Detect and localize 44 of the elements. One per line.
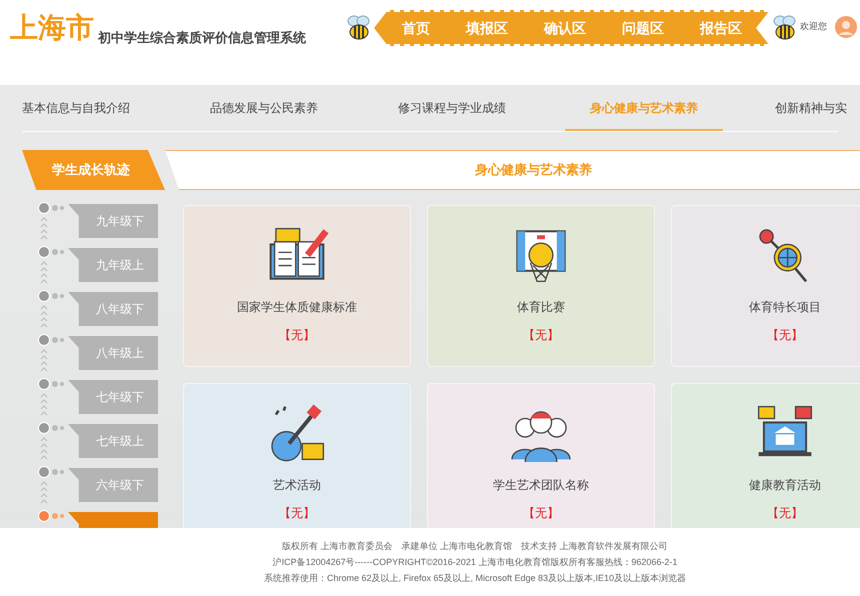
grade-tab[interactable]: 八年级下 xyxy=(68,292,158,326)
nav-link[interactable]: 问题区 xyxy=(622,18,664,38)
nav-link[interactable]: 首页 xyxy=(402,18,430,38)
category-card[interactable]: 体育特长项目 【无】 xyxy=(671,205,860,367)
category-card[interactable]: 体育比赛 【无】 xyxy=(427,205,655,367)
grade-tab[interactable]: 六年级下 xyxy=(68,468,158,502)
system-title: 初中学生综合素质评价信息管理系统 xyxy=(98,29,306,47)
section-tab[interactable]: 品德发展与公民素养 xyxy=(210,87,398,131)
card-title: 艺术活动 xyxy=(273,477,321,494)
nav-link[interactable]: 确认区 xyxy=(544,18,586,38)
card-status: 【无】 xyxy=(279,505,315,522)
footer-text: 沪ICP备12004267号------COPYRIGHT©2016-2021 上海市电化教育馆版权所有客服热线：962066-2-1 xyxy=(272,556,678,569)
section-title: 身心健康与艺术素养 xyxy=(475,161,592,180)
card-title: 国家学生体质健康标准 xyxy=(237,299,357,316)
grade-tab[interactable]: 八年级上 xyxy=(68,336,158,370)
card-title: 健康教育活动 xyxy=(749,477,821,494)
card-title: 学生艺术团队名称 xyxy=(493,477,589,494)
nav-link[interactable]: 报告区 xyxy=(700,18,742,38)
card-title: 体育比赛 xyxy=(517,299,565,316)
card-status: 【无】 xyxy=(767,327,803,344)
section-tab[interactable]: 创新精神与实 xyxy=(775,87,860,131)
grade-tab[interactable]: 九年级下 xyxy=(68,204,158,238)
sidebar-title: 学生成长轨迹 xyxy=(22,150,165,190)
welcome-text: 欢迎您 xyxy=(800,20,827,34)
card-status: 【无】 xyxy=(523,327,559,344)
section-tab[interactable]: 基本信息与自我介绍 xyxy=(22,87,210,131)
card-status: 【无】 xyxy=(523,505,559,522)
card-status: 【无】 xyxy=(279,327,315,344)
footer-text: 版权所有 上海市教育委员会 承建单位 上海市电化教育馆 技术支持 上海教育软件发展有限公司 xyxy=(282,540,668,553)
section-tab[interactable]: 身心健康与艺术素养 xyxy=(565,87,723,131)
category-card[interactable]: 国家学生体质健康标准 【无】 xyxy=(183,205,411,367)
category-card[interactable]: 健康教育活动 【无】 xyxy=(671,383,860,528)
nav-link[interactable]: 填报区 xyxy=(466,18,508,38)
site-logo: 上海市 xyxy=(10,14,94,42)
grade-tab[interactable]: 九年级上 xyxy=(68,248,158,282)
footer-text: 系统推荐使用：Chrome 62及以上, Firefox 65及以上, Microsoft Edge 83及以上版本,IE10及以上版本浏览器 xyxy=(264,572,686,585)
card-status: 【无】 xyxy=(767,505,803,522)
category-card[interactable]: 学生艺术团队名称 【无】 xyxy=(427,383,655,528)
section-tab[interactable]: 修习课程与学业成绩 xyxy=(398,87,565,131)
grade-tab[interactable]: 七年级下 xyxy=(68,380,158,414)
card-title: 体育特长项目 xyxy=(749,299,821,316)
category-card[interactable]: 艺术活动 【无】 xyxy=(183,383,411,528)
avatar-icon[interactable] xyxy=(835,16,857,38)
grade-tab[interactable]: 七年级上 xyxy=(68,424,158,458)
